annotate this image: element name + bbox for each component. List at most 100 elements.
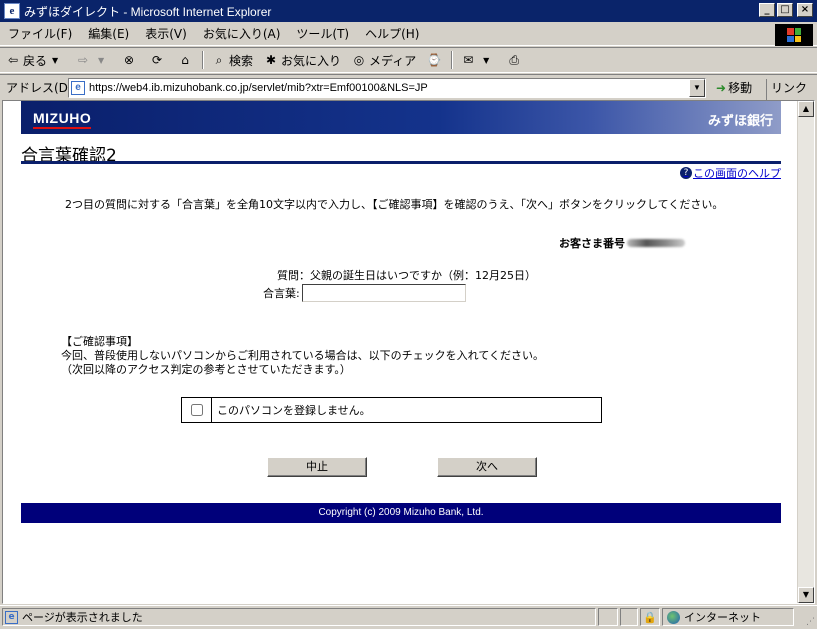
browser-viewport: MIZUHO みずほ銀行 合言葉確認2 ? この画面のヘルプ 2つ目の質問に対す… — [2, 100, 815, 604]
maximize-button[interactable]: □ — [777, 3, 793, 17]
windows-flag-icon — [787, 28, 801, 42]
status-text: ページが表示されました — [22, 611, 143, 624]
confirm-line-2: （次回以降のアクセス判定の参考とさせていただきます。） — [61, 363, 351, 376]
go-label: 移動 — [728, 81, 753, 95]
star-icon: ✱ — [266, 53, 277, 67]
toolbar: ⇦ 戻る ▼ ⇨ ▼ ⊗ ⟳ ⌂ ⌕ 検索 ✱ お気に入り ◎ メディア ⌚ ✉… — [0, 47, 817, 73]
forward-arrow-icon: ⇨ — [77, 53, 89, 67]
dont-register-pc-checkbox[interactable] — [190, 404, 203, 416]
windows-logo — [775, 24, 813, 46]
address-bar: アドレス(D) e https://web4.ib.mizuhobank.co.… — [0, 74, 817, 110]
next-button[interactable]: 次へ — [437, 457, 537, 477]
answer-input[interactable] — [301, 284, 466, 302]
status-cell — [620, 608, 638, 626]
logo-underline — [33, 127, 91, 129]
refresh-icon: ⟳ — [151, 53, 163, 67]
go-button[interactable]: ➜ 移動 — [716, 79, 752, 96]
zone-label: インターネット — [684, 611, 761, 624]
customer-number: お客さま番号 — [559, 235, 685, 251]
scroll-down-button[interactable]: ▼ — [798, 587, 814, 603]
ie-icon: e — [4, 3, 20, 19]
answer-label: 合言葉: — [263, 287, 300, 300]
status-cell — [598, 608, 618, 626]
back-arrow-icon: ⇦ — [7, 53, 19, 67]
menu-favorites[interactable]: お気に入り(A) — [195, 25, 289, 42]
customer-number-label: お客さま番号 — [559, 237, 625, 250]
header-banner: MIZUHO みずほ銀行 — [21, 101, 781, 134]
status-bar: e ページが表示されました 🔒 インターネット ⋰ — [0, 605, 817, 629]
address-label: アドレス(D) — [6, 81, 73, 95]
chevron-down-icon: ▼ — [51, 55, 59, 65]
confirm-heading: 【ご確認事項】 — [61, 335, 138, 348]
status-message: e ページが表示されました — [2, 608, 596, 626]
stop-icon: ⊗ — [123, 53, 135, 67]
menu-tools[interactable]: ツール(T) — [288, 25, 357, 42]
go-arrow-icon: ➜ — [716, 80, 727, 95]
back-button[interactable]: ⇦ 戻る ▼ — [0, 49, 70, 71]
register-pc-option: このパソコンを登録しません。 — [181, 397, 602, 423]
back-label: 戻る — [23, 53, 48, 68]
toolbar-separator — [202, 51, 205, 69]
stop-button[interactable]: ⊗ — [116, 49, 144, 71]
chevron-down-icon: ▼ — [483, 55, 490, 65]
customer-number-redacted — [627, 239, 685, 247]
help-icon: ? — [680, 167, 692, 179]
confirm-line-1: 今回、普段使用しないパソコンからご利用されている場合は、以下のチェックを入れてく… — [61, 349, 545, 362]
help-link-label: この画面のヘルプ — [693, 167, 781, 180]
security-question: 質問：父親の誕生日はいつですか（例：12月25日） — [277, 269, 536, 282]
resize-grip-icon[interactable]: ⋰ — [806, 617, 815, 627]
menu-view[interactable]: 表示(V) — [137, 25, 195, 42]
history-icon: ⌚ — [426, 53, 442, 67]
page-icon: e — [71, 81, 85, 95]
window-title: みずほダイレクト - Microsoft Internet Explorer — [24, 4, 272, 19]
answer-row: 合言葉: — [263, 284, 466, 302]
media-button[interactable]: ◎ メディア — [346, 49, 421, 71]
page-icon: e — [5, 610, 18, 624]
cancel-button[interactable]: 中止 — [267, 457, 367, 477]
search-button[interactable]: ⌕ 検索 — [206, 49, 258, 71]
help-link[interactable]: ? この画面のヘルプ — [680, 165, 781, 181]
mizuho-logo: MIZUHO — [33, 110, 92, 129]
media-label: メディア — [369, 53, 417, 68]
menu-bar: ファイル(F) 編集(E) 表示(V) お気に入り(A) ツール(T) ヘルプ(… — [0, 22, 817, 46]
favorites-label: お気に入り — [281, 53, 342, 68]
checkbox-label[interactable]: このパソコンを登録しません。 — [212, 398, 371, 422]
lock-icon: 🔒 — [643, 610, 657, 624]
chevron-down-icon: ▼ — [97, 55, 105, 65]
history-button[interactable]: ⌚ — [421, 49, 449, 71]
logo-text: MIZUHO — [33, 110, 92, 126]
globe-icon — [667, 610, 680, 624]
menu-file[interactable]: ファイル(F) — [0, 25, 80, 42]
security-zone: インターネット — [662, 608, 794, 626]
mail-button[interactable]: ✉ ▼ — [455, 49, 501, 71]
bank-name: みずほ銀行 — [707, 114, 773, 129]
instruction-text: 2つ目の質問に対する「合言葉」を全角10文字以内で入力し、【ご確認事項】を確認の… — [65, 198, 724, 211]
vertical-scrollbar[interactable]: ▲ ▼ — [797, 101, 814, 603]
close-button[interactable]: × — [797, 3, 813, 17]
address-dropdown-button[interactable]: ▼ — [689, 79, 705, 97]
minimize-button[interactable]: _ — [759, 3, 775, 17]
scroll-up-button[interactable]: ▲ — [798, 101, 814, 117]
checkbox-cell — [182, 398, 212, 422]
forward-button[interactable]: ⇨ ▼ — [70, 49, 116, 71]
links-label: リンク — [771, 81, 808, 95]
confirm-notes: 【ご確認事項】 今回、普段使用しないパソコンからご利用されている場合は、以下のチ… — [61, 335, 544, 377]
ssl-lock-cell: 🔒 — [640, 608, 660, 626]
refresh-button[interactable]: ⟳ — [144, 49, 172, 71]
address-url: https://web4.ib.mizuhobank.co.jp/servlet… — [89, 82, 428, 94]
copyright-footer: Copyright (c) 2009 Mizuho Bank, Ltd. — [21, 503, 781, 523]
home-button[interactable]: ⌂ — [172, 49, 200, 71]
toolbar-separator — [451, 51, 454, 69]
address-input[interactable]: e https://web4.ib.mizuhobank.co.jp/servl… — [68, 78, 706, 98]
menu-edit[interactable]: 編集(E) — [80, 25, 137, 42]
search-icon: ⌕ — [215, 52, 223, 67]
window-titlebar: e みずほダイレクト - Microsoft Internet Explorer… — [0, 0, 817, 22]
printer-icon: ⎙ — [509, 52, 520, 67]
favorites-button[interactable]: ✱ お気に入り — [258, 49, 346, 71]
home-icon: ⌂ — [181, 53, 189, 67]
menu-help[interactable]: ヘルプ(H) — [357, 25, 427, 42]
search-label: 検索 — [229, 53, 254, 68]
print-button[interactable]: ⎙ — [501, 49, 529, 71]
title-divider — [21, 161, 781, 164]
mail-icon: ✉ — [463, 53, 474, 67]
